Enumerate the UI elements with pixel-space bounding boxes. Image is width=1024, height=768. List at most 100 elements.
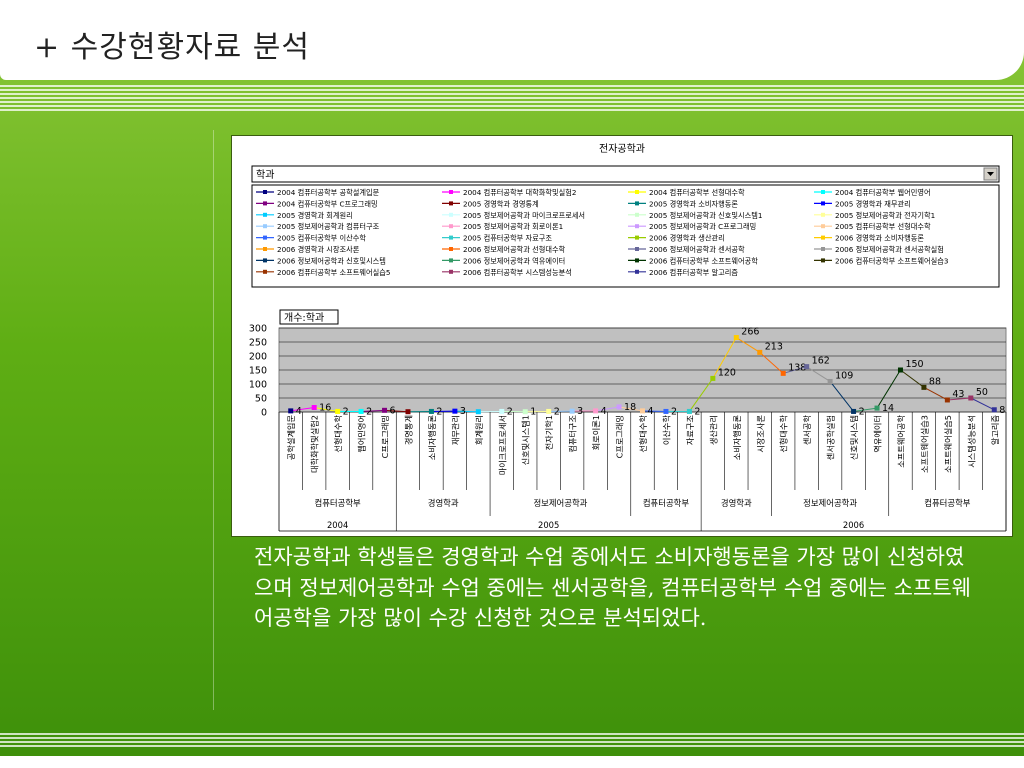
data-label: 138	[788, 362, 806, 373]
legend-item: 2004 컴퓨터공학부 대학화학및실험2	[463, 188, 576, 197]
filter-dropdown[interactable]: 학과	[251, 165, 1000, 183]
data-point	[804, 364, 810, 370]
legend-swatch-marker	[449, 258, 453, 263]
data-point	[569, 408, 575, 414]
data-point	[428, 408, 434, 414]
year-group-label: 2004	[327, 520, 348, 530]
legend-item: 2005 컴퓨터공학부 자료구조	[463, 234, 552, 243]
data-point	[616, 404, 622, 410]
data-label: 2	[343, 406, 349, 417]
legend-item: 2005 경영학과 경영통계	[463, 199, 539, 208]
x-tick-label: 자료구조	[685, 415, 695, 446]
x-tick-label: 선형대수학	[779, 415, 789, 453]
data-point	[827, 378, 833, 384]
x-tick-label: 회로이론1	[591, 415, 601, 450]
legend-item: 2006 정보제어공학과 센서공학	[649, 245, 745, 254]
x-tick-label: 시스템성능분석	[966, 415, 976, 468]
decorative-lines-top	[0, 85, 1024, 111]
x-tick-label: 알고리즘	[990, 415, 1000, 446]
x-tick-label: C프로그래밍	[615, 415, 625, 458]
data-point	[686, 408, 692, 414]
year-group-label: 2005	[538, 520, 559, 530]
vertical-divider	[213, 130, 214, 710]
legend-item: 2005 컴퓨터공학부 이산수학	[277, 234, 366, 243]
data-label: 2	[436, 406, 442, 417]
x-tick-label: 웹어민영어	[357, 415, 367, 453]
y-tick-label: 200	[249, 352, 267, 363]
data-point	[640, 408, 645, 414]
x-tick-label: 선형대수학	[333, 415, 343, 453]
legend-swatch-marker	[635, 224, 639, 229]
legend-item: 2004 컴퓨터공학부 C프로그래밍	[277, 199, 378, 208]
legend-item: 2005 경영학과 재무관리	[835, 199, 911, 208]
legend-item: 2005 정보제어공학과 마이크로프로세서	[463, 211, 585, 220]
department-group-label: 정보제어공학과	[803, 498, 857, 508]
field-button[interactable]: 개수:학과	[279, 309, 339, 325]
x-axis: 공학설계입문 대학화학및실험2 선형대수학 웹어민영어 C프로그래밍 경영통계 소비자행동론…	[278, 412, 1007, 532]
x-tick-label: 소프트웨어실습5	[943, 415, 953, 473]
x-tick-label: 소비자행동론	[427, 415, 437, 461]
legend-swatch-marker	[449, 212, 453, 217]
department-group-label: 컴퓨터공학부	[643, 498, 690, 508]
legend-swatch-marker	[263, 190, 267, 194]
data-label: 16	[319, 403, 331, 414]
data-label: 2	[671, 406, 677, 417]
legend-item: 2006 정보제어공학과 역유에이터	[463, 256, 565, 265]
data-point	[382, 407, 388, 413]
data-point	[663, 408, 669, 414]
data-label: 50	[976, 387, 988, 398]
data-point	[499, 408, 505, 414]
department-group-label: 컴퓨터공학부	[924, 498, 971, 508]
legend-swatch-marker	[449, 190, 453, 194]
legend-item: 2004 컴퓨터공학부 공학설계입문	[277, 188, 380, 197]
data-point	[358, 408, 364, 414]
data-label: 213	[765, 341, 783, 352]
data-label: 3	[577, 406, 583, 417]
filter-dropdown-label: 학과	[256, 169, 274, 181]
legend-item: 2006 컴퓨터공학부 알고리즘	[649, 268, 738, 277]
data-label: 3	[460, 406, 466, 417]
legend-swatch-marker	[263, 224, 267, 229]
legend-swatch-marker	[263, 235, 267, 240]
legend-swatch-marker	[263, 212, 267, 217]
x-tick-label: 마이크로프로세서	[497, 415, 507, 475]
data-label: 2	[366, 406, 372, 417]
legend-item: 2006 정보제어공학과 신호및시스템	[277, 256, 386, 265]
data-point	[968, 395, 974, 401]
x-tick-label: 재무관리	[450, 415, 460, 445]
data-label: 2	[554, 406, 560, 417]
data-point	[991, 407, 997, 413]
legend-item: 2004 컴퓨터공학부 웹어민영어	[835, 188, 931, 197]
department-group-label: 경영학과	[428, 498, 459, 508]
x-tick-label: 회계원리	[474, 415, 484, 445]
data-point	[311, 405, 317, 411]
legend-item: 2006 컴퓨터공학부 소프트웨어실습5	[277, 268, 390, 277]
legend-swatch-marker	[821, 235, 825, 240]
pivot-chart: 전자공학과 학과 2004 컴퓨터공학부 공학설계입문 2004 컴퓨터공학부 대…	[249, 143, 1007, 532]
x-tick-label: 역유에이터	[873, 415, 883, 453]
data-label: 266	[741, 327, 759, 338]
data-point	[546, 408, 552, 414]
x-tick-label: 경영통계	[403, 415, 413, 445]
x-tick-label: 소프트웨어실습3	[919, 415, 929, 473]
pivot-chart-frame: 전자공학과 학과 2004 컴퓨터공학부 공학설계입문 2004 컴퓨터공학부 대…	[231, 135, 1013, 537]
data-point	[452, 408, 458, 414]
legend-swatch-marker	[635, 258, 639, 263]
data-point	[288, 408, 294, 414]
title-band: + 수강현황자료 분석	[0, 0, 1024, 80]
x-tick-label: 공학설계입문	[286, 415, 296, 461]
x-tick-label: 신호및시스템1	[521, 415, 531, 465]
data-label: 4	[296, 406, 302, 417]
legend-swatch-marker	[821, 258, 825, 263]
y-tick-label: 100	[249, 380, 267, 391]
legend-swatch-marker	[635, 212, 639, 217]
y-tick-label: 0	[261, 408, 267, 419]
legend-swatch-marker	[263, 201, 267, 206]
x-tick-label: 센서공학	[802, 415, 812, 446]
legend-swatch-marker	[821, 190, 825, 194]
legend-swatch-marker	[263, 269, 267, 274]
slide-title: + 수강현황자료 분석	[34, 30, 311, 65]
legend-item: 2006 경영학과 생산관리	[649, 234, 725, 243]
legend-swatch-marker	[449, 235, 453, 240]
data-label: 4	[648, 406, 654, 417]
